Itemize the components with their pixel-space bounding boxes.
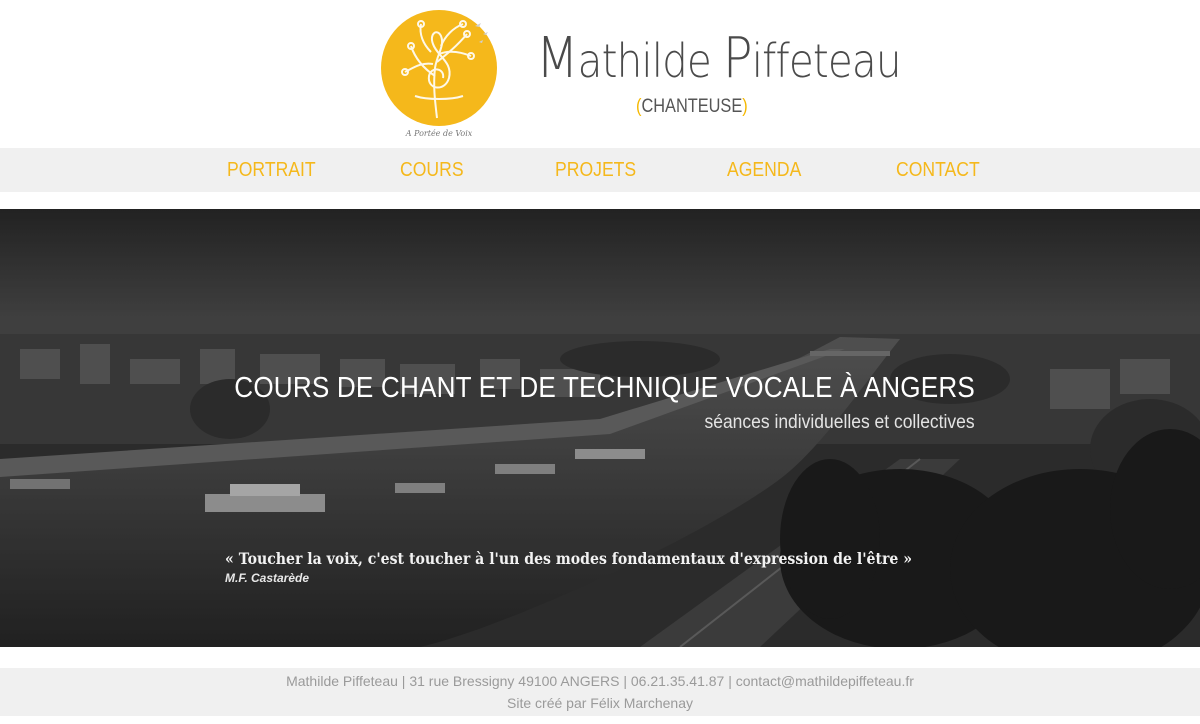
footer-name: Mathilde Piffeteau xyxy=(286,673,398,689)
site-footer: Mathilde Piffeteau | 31 rue Bressigny 49… xyxy=(0,668,1200,716)
title-initial-m: M xyxy=(536,26,579,91)
nav-item-projets[interactable]: PROJETS xyxy=(555,159,636,182)
footer-separator: | xyxy=(397,673,410,689)
hero-subtitle: séances individuelles et collectives xyxy=(704,412,975,433)
footer-address: 31 rue Bressigny 49100 ANGERS xyxy=(409,673,620,689)
title-last-name: iffeteau xyxy=(751,34,902,88)
site-header: A Portée de Voix Mathilde Piffeteau (CHA… xyxy=(0,0,1200,148)
footer-phone[interactable]: 06.21.35.41.87 xyxy=(631,673,724,689)
footer-credit-prefix: Site créé par xyxy=(507,695,587,711)
hero-cityscape-image xyxy=(0,209,1200,647)
footer-credit-line: Site créé par Félix Marchenay xyxy=(0,695,1200,711)
logo-circle xyxy=(381,10,497,126)
footer-credit-link[interactable]: Félix Marchenay xyxy=(590,695,693,711)
nav-item-contact[interactable]: CONTACT xyxy=(896,159,980,182)
site-subtitle: (CHANTEUSE) xyxy=(636,96,748,118)
title-first-name: athilde xyxy=(577,34,723,88)
nav-item-cours[interactable]: COURS xyxy=(400,159,464,182)
subtitle-text: CHANTEUSE xyxy=(641,96,743,117)
paren-close: ) xyxy=(742,96,748,117)
footer-contact-line: Mathilde Piffeteau | 31 rue Bressigny 49… xyxy=(0,673,1200,689)
quote-author: M.F. Castarède xyxy=(225,571,310,585)
logo-caption: A Portée de Voix xyxy=(405,129,473,138)
hero-title: COURS DE CHANT ET DE TECHNIQUE VOCALE À … xyxy=(234,372,975,404)
hero-banner: COURS DE CHANT ET DE TECHNIQUE VOCALE À … xyxy=(0,209,1200,647)
site-title[interactable]: Mathilde Piffeteau xyxy=(536,26,901,91)
title-initial-p: P xyxy=(722,26,753,91)
main-nav: PORTRAIT COURS PROJETS AGENDA CONTACT xyxy=(0,148,1200,192)
nav-item-agenda[interactable]: AGENDA xyxy=(727,159,801,182)
footer-separator: | xyxy=(619,673,631,689)
footer-email-link[interactable]: contact@mathildepiffeteau.fr xyxy=(736,673,914,689)
hero-quote: « Toucher la voix, c'est toucher à l'un … xyxy=(225,549,913,568)
nav-item-portrait[interactable]: PORTRAIT xyxy=(227,159,316,182)
site-logo[interactable]: A Portée de Voix xyxy=(375,6,503,144)
footer-separator: | xyxy=(724,673,736,689)
